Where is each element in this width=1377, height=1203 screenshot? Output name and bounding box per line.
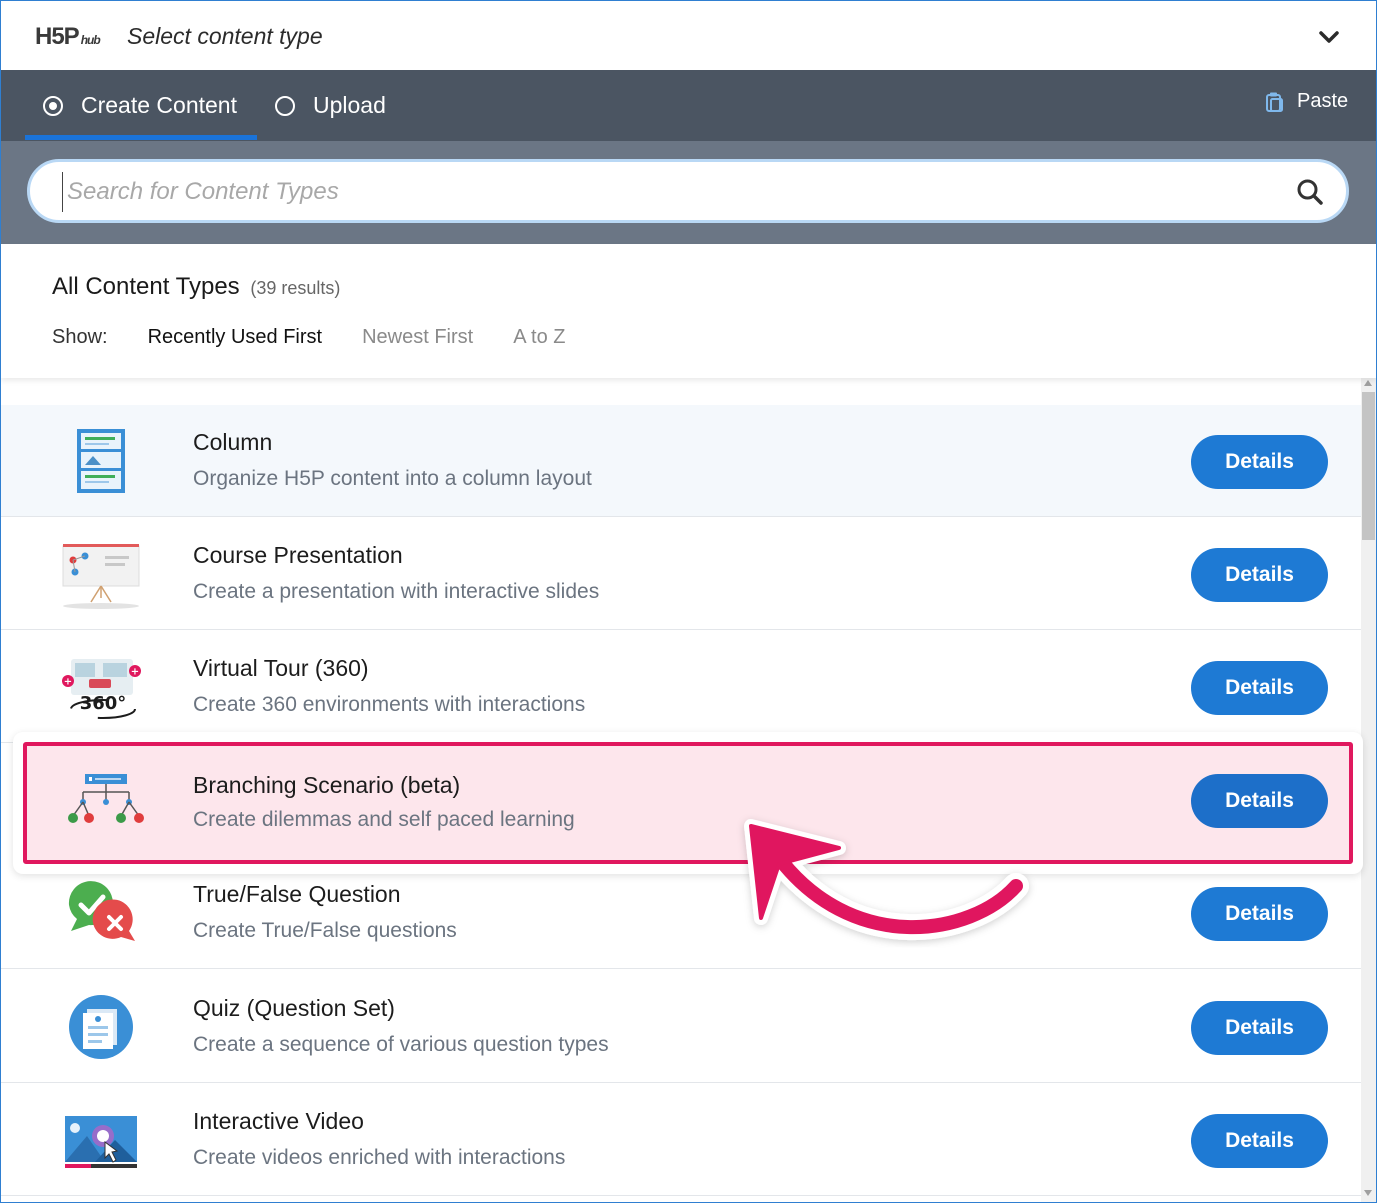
hub-header[interactable]: H5P hub Select content type: [1, 1, 1376, 70]
tab-create-content[interactable]: Create Content: [43, 70, 237, 141]
logo-sub-text: hub: [80, 33, 101, 47]
quiz-sheet-icon: [69, 995, 133, 1059]
results-heading: All Content Types (39 results): [52, 273, 340, 301]
tab-upload[interactable]: Upload: [275, 70, 386, 141]
list-scrollbar[interactable]: [1361, 378, 1376, 1202]
search-input[interactable]: [62, 172, 1247, 212]
annotation-arrow-icon: [744, 819, 1029, 940]
details-button[interactable]: Details: [1191, 1114, 1328, 1168]
item-title: Branching Scenario (beta): [193, 772, 461, 798]
results-heading-text: All Content Types: [52, 273, 240, 300]
details-button[interactable]: Details: [1191, 774, 1328, 828]
virtual-tour-360-icon: + + 360°: [62, 659, 141, 719]
sort-options: Show: Recently Used First Newest First A…: [52, 326, 565, 349]
results-count: (39 results): [250, 278, 341, 298]
header-title: Select content type: [127, 23, 323, 49]
details-button[interactable]: Details: [1191, 887, 1328, 941]
sort-recently-used[interactable]: Recently Used First: [148, 326, 323, 349]
paste-label: Paste: [1297, 90, 1349, 112]
presentation-board-icon: [62, 544, 140, 609]
item-description: Create a presentation with interactive s…: [193, 580, 600, 603]
active-tab-indicator: [25, 135, 257, 140]
item-title: True/False Question: [193, 881, 401, 907]
details-button[interactable]: Details: [1191, 548, 1328, 602]
list-item[interactable]: Column Organize H5P content into a colum…: [1, 405, 1361, 517]
content-type-selector: H5P hub Select content type Create Conten…: [0, 0, 1377, 1203]
interactive-video-icon: [65, 1116, 137, 1168]
list-item[interactable]: Course Presentation Create a presentatio…: [1, 518, 1361, 630]
branching-tree-icon: [68, 774, 144, 823]
item-title: Column: [193, 429, 273, 455]
details-button[interactable]: Details: [1191, 661, 1328, 715]
list-item[interactable]: Interactive Video Create videos enriched…: [1, 1084, 1361, 1196]
sort-newest-first[interactable]: Newest First: [362, 326, 473, 349]
item-description: Create True/False questions: [193, 919, 457, 942]
h5p-hub-logo: H5P hub: [35, 23, 101, 51]
tab-label: Create Content: [81, 92, 237, 118]
paste-button[interactable]: Paste: [1265, 90, 1348, 113]
svg-text:360°: 360°: [80, 693, 127, 714]
search-band: [1, 141, 1376, 244]
logo-main-text: H5P: [35, 23, 80, 50]
item-description: Create dilemmas and self paced learning: [193, 808, 575, 831]
highlighted-item-card: Branching Scenario (beta) Create dilemma…: [13, 732, 1363, 874]
scroll-up-arrow-icon[interactable]: [1364, 380, 1372, 386]
item-description: Create a sequence of various question ty…: [193, 1033, 609, 1056]
radio-checked-icon: [43, 95, 63, 116]
sort-a-to-z[interactable]: A to Z: [513, 326, 565, 349]
scroll-thumb[interactable]: [1362, 392, 1375, 540]
item-title: Quiz (Question Set): [193, 995, 395, 1021]
scroll-down-arrow-icon[interactable]: [1364, 1190, 1372, 1196]
column-icon: [77, 429, 125, 493]
svg-text:+: +: [64, 677, 72, 688]
item-title: Virtual Tour (360): [193, 655, 369, 681]
search-icon[interactable]: [1296, 178, 1324, 206]
tabs-bar: Create Content Upload Paste: [1, 70, 1376, 141]
item-title: Course Presentation: [193, 542, 403, 568]
details-button[interactable]: Details: [1191, 435, 1328, 489]
list-item[interactable]: + + 360° Virtual Tour (360) Create 360 e…: [1, 631, 1361, 743]
svg-text:+: +: [131, 667, 139, 678]
item-description: Organize H5P content into a column layou…: [193, 467, 592, 490]
clipboard-icon: [1266, 92, 1283, 112]
chevron-down-icon[interactable]: [1317, 25, 1341, 49]
item-description: Create 360 environments with interaction…: [193, 693, 586, 716]
list-item-branching-scenario[interactable]: Branching Scenario (beta) Create dilemma…: [23, 742, 1353, 864]
true-false-bubbles-icon: [68, 881, 135, 941]
search-box: [27, 159, 1349, 223]
show-label: Show:: [52, 326, 108, 348]
item-description: Create videos enriched with interactions: [193, 1146, 566, 1169]
list-item[interactable]: Quiz (Question Set) Create a sequence of…: [1, 971, 1361, 1083]
radio-unchecked-icon: [275, 95, 295, 116]
item-title: Interactive Video: [193, 1108, 364, 1134]
results-header: All Content Types (39 results) Show: Rec…: [1, 244, 1376, 378]
tab-label: Upload: [313, 92, 386, 118]
details-button[interactable]: Details: [1191, 1001, 1328, 1055]
